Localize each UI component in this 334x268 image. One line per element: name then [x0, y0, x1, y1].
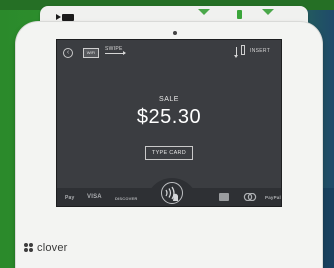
camera-lens	[173, 31, 177, 35]
sale-amount: $25.30	[136, 106, 202, 128]
insert-card-icon	[241, 45, 245, 55]
clover-wordmark: clover	[37, 242, 68, 254]
status-led	[237, 10, 242, 19]
mastercard-logo	[243, 193, 257, 201]
screen-header: ‹ WIFI SWIPE INSERT	[57, 40, 281, 66]
clover-device: ‹ WIFI SWIPE INSERT SALE $25.30 TYPE CAR…	[16, 22, 322, 268]
amex-logo	[219, 193, 229, 201]
insert-label: INSERT	[250, 48, 271, 54]
reader-tab-left-icon	[198, 9, 210, 15]
clover-logo: clover	[24, 242, 68, 254]
type-card-button[interactable]: TYPE CARD	[145, 146, 193, 160]
clover-leaf-icon	[24, 243, 34, 253]
swipe-card-icon: WIFI	[83, 48, 99, 58]
sale-label: SALE	[159, 96, 179, 103]
card-slot-indicator-icon	[62, 14, 74, 21]
swipe-label: SWIPE	[105, 46, 123, 52]
insert-arrow-icon	[234, 47, 238, 58]
visa-logo: VISA	[87, 194, 102, 200]
contactless-tap-icon	[161, 182, 183, 204]
swipe-arrow-icon	[105, 51, 126, 55]
back-button[interactable]: ‹	[63, 48, 73, 58]
swipe-direction-icon	[56, 14, 61, 20]
touch-screen[interactable]: ‹ WIFI SWIPE INSERT SALE $25.30 TYPE CAR…	[56, 39, 282, 207]
apple-pay-logo: Pay	[65, 195, 75, 201]
discover-logo: DISCOVER	[115, 196, 138, 201]
paypal-logo: PayPal	[265, 195, 281, 200]
reader-tab-right-icon	[262, 9, 274, 15]
